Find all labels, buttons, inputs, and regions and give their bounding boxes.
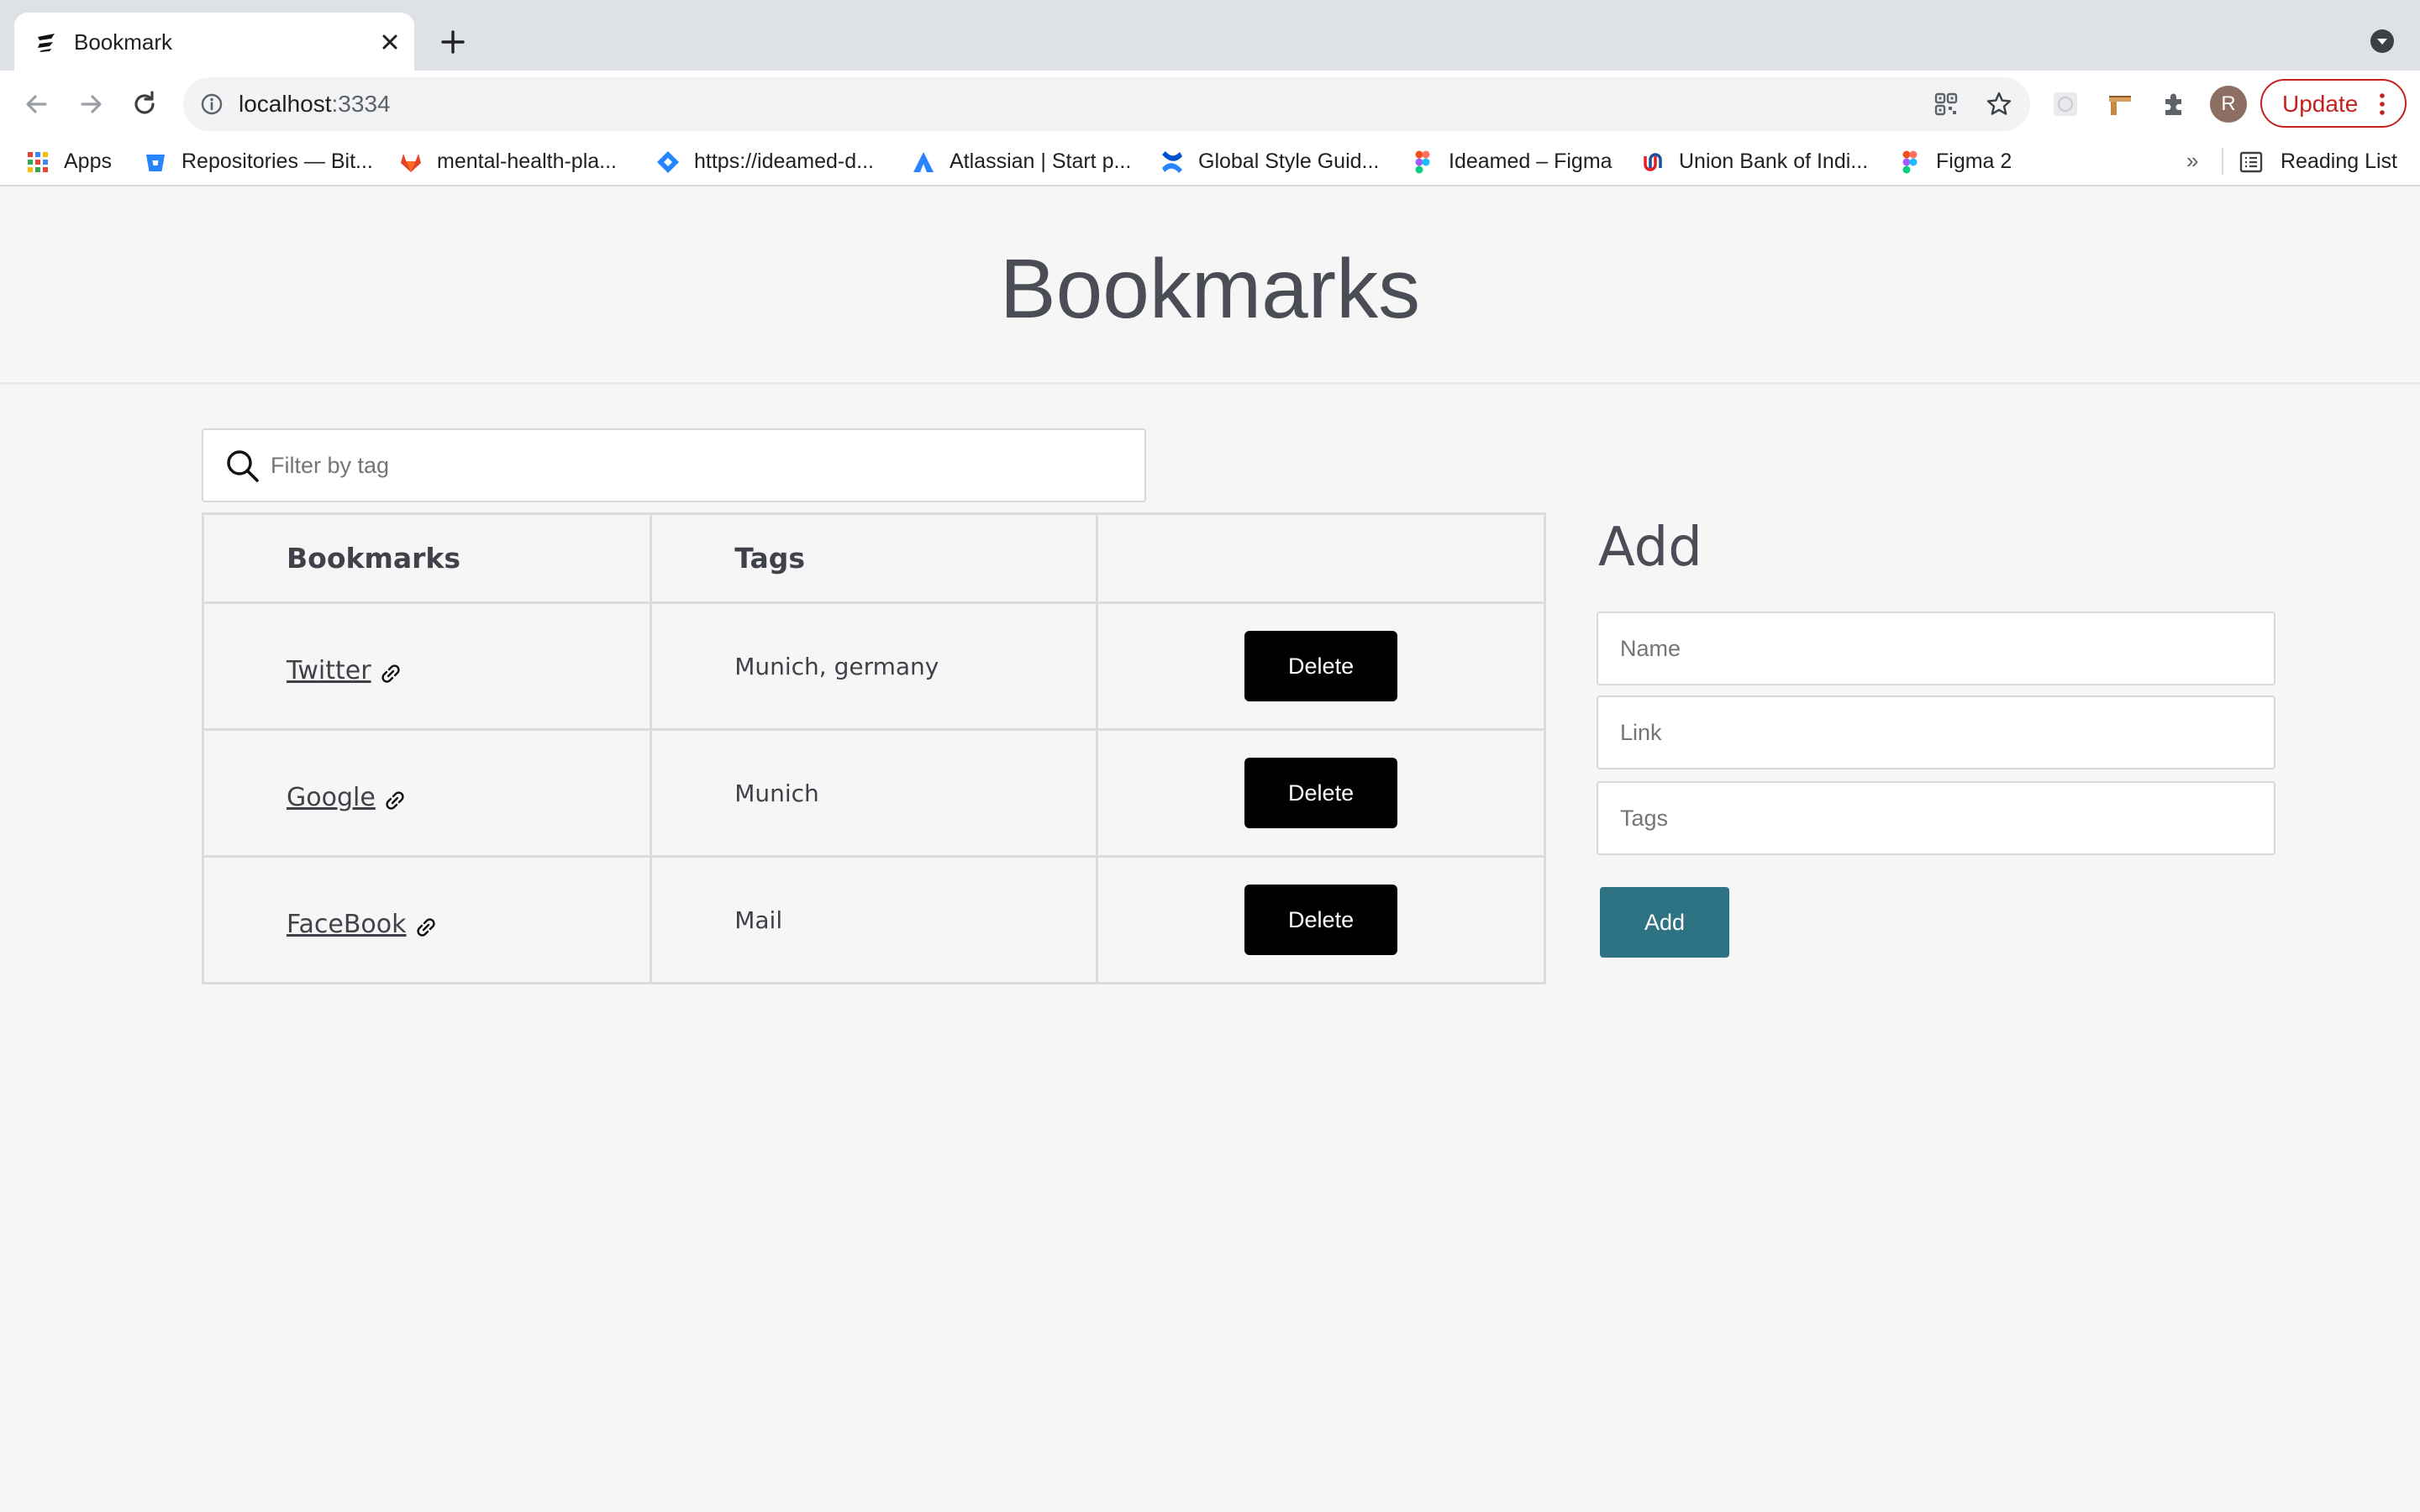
filter-box[interactable] xyxy=(202,428,1146,502)
table-row: Twitter Munich, germany Delete xyxy=(201,601,1546,731)
figma-icon xyxy=(1415,150,1430,174)
new-tab-icon[interactable] xyxy=(439,28,467,56)
bookmark-tags-cell: Munich xyxy=(650,728,1099,858)
reading-list-icon xyxy=(2239,151,2263,173)
page-title: Bookmarks xyxy=(999,242,1421,336)
reading-list-label: Reading List xyxy=(2281,150,2397,173)
bookmark-name-cell: Google xyxy=(201,728,653,858)
reload-icon[interactable] xyxy=(128,87,161,121)
bookmark-label: Ideamed – Figma xyxy=(1449,150,1612,173)
bookmarks-bar: Apps Repositories — Bit... mental-health… xyxy=(0,138,2420,186)
update-label: Update xyxy=(2282,91,2359,117)
bookmark-actions-cell: Delete xyxy=(1096,728,1546,858)
page-content: Bookmarks Bookmarks Tags Twitter Munich,… xyxy=(0,186,2420,1512)
tab-title: Bookmark xyxy=(74,29,173,55)
bookmarks-table: Bookmarks Tags Twitter Munich, germany D… xyxy=(201,512,1546,984)
link-icon xyxy=(381,664,400,683)
bookmark-name-cell: FaceBook xyxy=(201,855,653,984)
bookmark-label: Figma 2 xyxy=(1936,150,2012,173)
url-text: localhost:3334 xyxy=(239,91,391,117)
bookmark-label: Repositories — Bit... xyxy=(182,150,373,173)
filter-by-tag-input[interactable] xyxy=(271,445,1128,486)
update-button[interactable]: Update xyxy=(2260,79,2407,128)
bookmark-tags-cell: Munich, germany xyxy=(650,601,1099,731)
delete-button[interactable]: Delete xyxy=(1244,758,1398,828)
tags-input[interactable] xyxy=(1597,781,2275,855)
more-vertical-icon xyxy=(2380,93,2385,115)
bookmark-label: Global Style Guid... xyxy=(1198,150,1380,173)
bookmark-name-cell: Twitter xyxy=(201,601,653,731)
gitlab-icon xyxy=(401,154,421,172)
bookmarks-divider xyxy=(2222,148,2223,175)
bookmark-label: Apps xyxy=(64,150,112,173)
link-icon xyxy=(386,791,404,810)
bookmark-link[interactable]: FaceBook xyxy=(287,910,407,939)
bookmark-app-favicon-icon xyxy=(38,34,55,52)
address-bar[interactable]: localhost:3334 xyxy=(183,77,2030,131)
forward-arrow-icon[interactable] xyxy=(74,87,108,121)
table-header-row: Bookmarks Tags xyxy=(201,512,1546,604)
extensions-puzzle-icon[interactable] xyxy=(2160,89,2190,119)
page-header: Bookmarks xyxy=(0,186,2420,385)
atlassian-icon xyxy=(913,152,934,172)
add-section-title: Add xyxy=(1598,517,1702,579)
site-info-icon[interactable] xyxy=(200,92,224,116)
back-arrow-icon[interactable] xyxy=(20,87,54,121)
close-tab-icon[interactable] xyxy=(377,29,402,55)
apps-grid-icon xyxy=(28,152,48,172)
table-row: Google Munich Delete xyxy=(201,728,1546,858)
bookmark-label: Union Bank of Indi... xyxy=(1679,150,1869,173)
figma-icon xyxy=(1902,150,1918,174)
link-input[interactable] xyxy=(1597,696,2275,769)
column-header-bookmarks: Bookmarks xyxy=(201,512,653,604)
bookmark-tags-cell: Mail xyxy=(650,855,1099,984)
add-button[interactable]: Add xyxy=(1600,887,1729,958)
more-bookmarks-chevron[interactable]: » xyxy=(2186,146,2198,175)
bookmark-label: https://ideamed-d... xyxy=(694,150,875,173)
confluence-icon xyxy=(1162,151,1182,173)
browser-tab[interactable]: Bookmark xyxy=(14,13,414,71)
bookmark-actions-cell: Delete xyxy=(1096,601,1546,731)
tab-search-icon[interactable] xyxy=(2370,29,2395,54)
bookmark-link[interactable]: Twitter xyxy=(287,656,371,685)
table-row: FaceBook Mail Delete xyxy=(201,855,1546,984)
bookmark-star-icon[interactable] xyxy=(1985,90,2013,118)
column-header-actions xyxy=(1096,512,1546,604)
extension-ruler-icon[interactable] xyxy=(2106,89,2136,119)
profile-avatar[interactable]: R xyxy=(2210,86,2247,123)
tab-strip: Bookmark xyxy=(0,0,2420,71)
bookmark-label: mental-health-pla... xyxy=(437,150,618,173)
qr-code-icon[interactable] xyxy=(1933,91,1960,118)
bookmark-label: Atlassian | Start p... xyxy=(950,150,1132,173)
browser-toolbar: localhost:3334 R Update xyxy=(0,71,2420,138)
search-icon xyxy=(227,450,259,482)
bookmark-actions-cell: Delete xyxy=(1096,855,1546,984)
delete-button[interactable]: Delete xyxy=(1244,885,1398,955)
link-icon xyxy=(416,918,435,937)
column-header-tags: Tags xyxy=(650,512,1099,604)
extension-grid-icon[interactable] xyxy=(2050,89,2081,119)
delete-button[interactable]: Delete xyxy=(1244,631,1398,701)
bookmark-link[interactable]: Google xyxy=(287,783,376,812)
diamond-icon xyxy=(657,151,679,173)
bitbucket-icon xyxy=(146,155,165,171)
name-input[interactable] xyxy=(1597,612,2275,685)
unionbank-icon xyxy=(1644,153,1662,171)
